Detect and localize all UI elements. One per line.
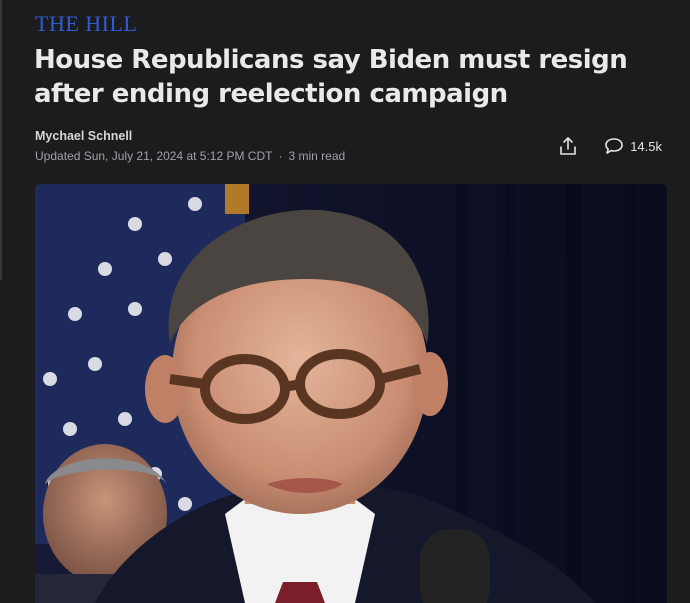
article-headline: House Republicans say Biden must resign … <box>34 45 628 109</box>
share-button[interactable] <box>558 136 578 156</box>
article-actions: 14.5k <box>558 136 662 156</box>
comments-count: 14.5k <box>630 138 662 154</box>
hero-photo <box>35 184 667 603</box>
comments-button[interactable]: 14.5k <box>604 137 662 155</box>
author-name[interactable]: Mychael Schnell <box>35 128 132 144</box>
comment-bubble-icon <box>605 138 623 154</box>
microphone <box>420 529 490 603</box>
share-icon <box>560 137 576 155</box>
meta-separator: · <box>278 149 283 163</box>
article-meta: Updated Sun, July 21, 2024 at 5:12 PM CD… <box>35 148 345 164</box>
read-time: 3 min read <box>288 149 346 163</box>
window-edge <box>0 0 2 280</box>
publication-logo[interactable]: THE HILL <box>35 11 137 37</box>
updated-timestamp: Updated Sun, July 21, 2024 at 5:12 PM CD… <box>35 149 273 163</box>
hero-image[interactable] <box>35 184 667 603</box>
